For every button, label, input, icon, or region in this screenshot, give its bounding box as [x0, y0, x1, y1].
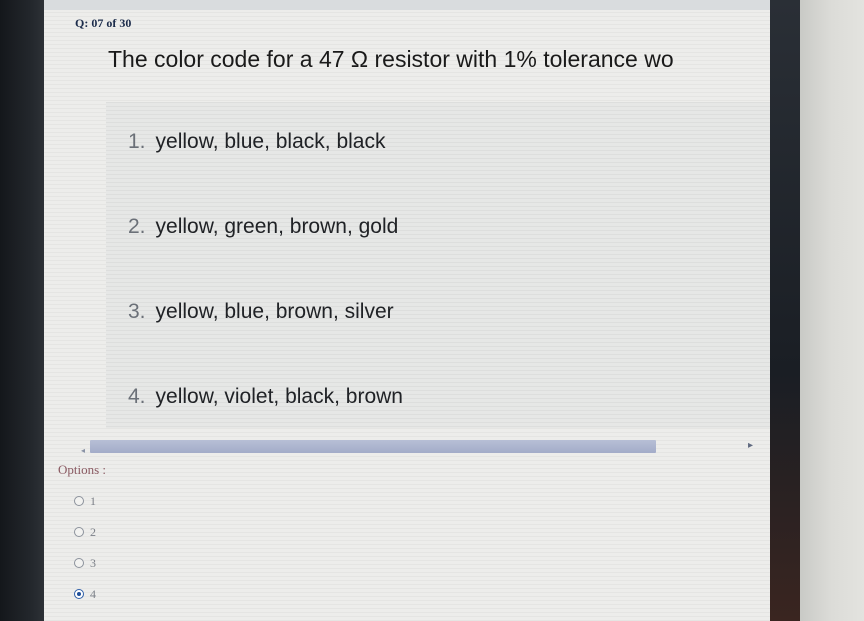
- answer-text: yellow, violet, black, brown: [155, 385, 403, 408]
- scroll-right-arrow-icon[interactable]: ▸: [748, 440, 753, 451]
- answer-item: 1. yellow, blue, black, black: [128, 130, 385, 154]
- option-radio-1[interactable]: 1: [74, 493, 96, 509]
- radio-button-icon[interactable]: [74, 527, 84, 537]
- background-wall: [800, 0, 864, 621]
- top-strip: [44, 0, 770, 10]
- answer-number: 3.: [128, 300, 146, 323]
- option-radio-4[interactable]: 4: [74, 586, 96, 602]
- radio-button-icon[interactable]: [74, 496, 84, 506]
- option-value: 3: [90, 555, 96, 570]
- option-value: 4: [90, 586, 96, 601]
- answer-number: 1.: [128, 130, 146, 153]
- options-label: Options :: [58, 462, 107, 477]
- option-value: 1: [90, 493, 96, 508]
- option-value: 2: [90, 524, 96, 539]
- option-radio-3[interactable]: 3: [74, 555, 96, 571]
- radio-button-icon[interactable]: [74, 558, 84, 568]
- monitor-bezel-left: [0, 0, 44, 621]
- answer-item: 4. yellow, violet, black, brown: [128, 385, 403, 409]
- question-counter: Q: 07 of 30: [75, 16, 132, 30]
- question-text: The color code for a 47 Ω resistor with …: [108, 46, 674, 72]
- monitor-bezel-right: [770, 0, 800, 621]
- answer-text: yellow, green, brown, gold: [155, 215, 399, 238]
- answer-item: 2. yellow, green, brown, gold: [128, 215, 398, 239]
- quiz-screen: Q: 07 of 30 The color code for a 47 Ω re…: [44, 0, 770, 621]
- answer-panel: 1. yellow, blue, black, black 2. yellow, g…: [106, 102, 770, 428]
- horizontal-scrollbar-thumb[interactable]: [90, 440, 656, 453]
- answer-text: yellow, blue, brown, silver: [155, 300, 394, 323]
- scroll-left-arrow-icon[interactable]: ◂: [81, 446, 85, 455]
- option-radio-2[interactable]: 2: [74, 524, 96, 540]
- answer-item: 3. yellow, blue, brown, silver: [128, 300, 394, 324]
- radio-button-selected-icon[interactable]: [74, 589, 84, 599]
- answer-text: yellow, blue, black, black: [155, 130, 386, 153]
- answer-number: 2.: [128, 215, 146, 238]
- answer-number: 4.: [128, 385, 146, 408]
